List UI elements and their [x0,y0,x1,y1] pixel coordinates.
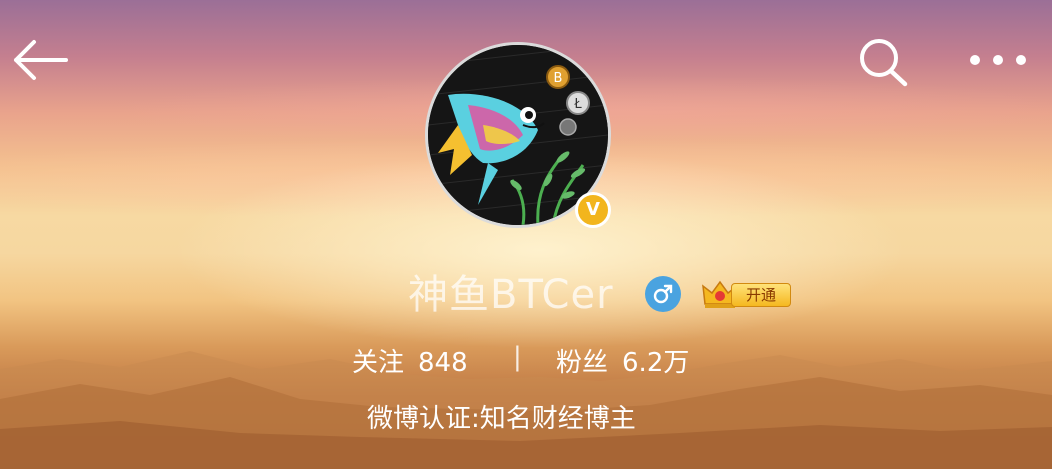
verification-text: 微博认证:知名财经博主 [367,404,636,434]
back-arrow-icon [14,40,68,80]
vip-label: 开通 [731,283,791,307]
verified-badge-label: V [586,199,600,220]
following-count: 848 [418,348,468,378]
back-button[interactable] [10,38,70,82]
name-row: 神鱼BTCer 开通 [0,270,1052,320]
followers-label: 粉丝 [556,348,609,378]
followers-stat[interactable]: 粉丝 6.2万 [556,342,689,379]
followers-count: 6.2万 [622,348,690,378]
search-button[interactable] [855,36,911,88]
male-icon [645,276,681,312]
svg-text:B: B [554,71,563,86]
more-button[interactable] [966,46,1030,74]
stats-separator: | [513,342,522,372]
following-stat[interactable]: 关注 848 [352,342,468,379]
verified-badge: V [575,192,611,228]
following-label: 关注 [352,348,405,378]
search-icon [860,39,908,87]
stats-row: 关注 848 | 粉丝 6.2万 [0,340,1052,380]
vip-open-button[interactable]: 开通 [701,278,793,310]
more-dots-icon [970,55,1026,65]
svg-text:Ł: Ł [573,97,582,112]
username: 神鱼BTCer [408,272,614,318]
